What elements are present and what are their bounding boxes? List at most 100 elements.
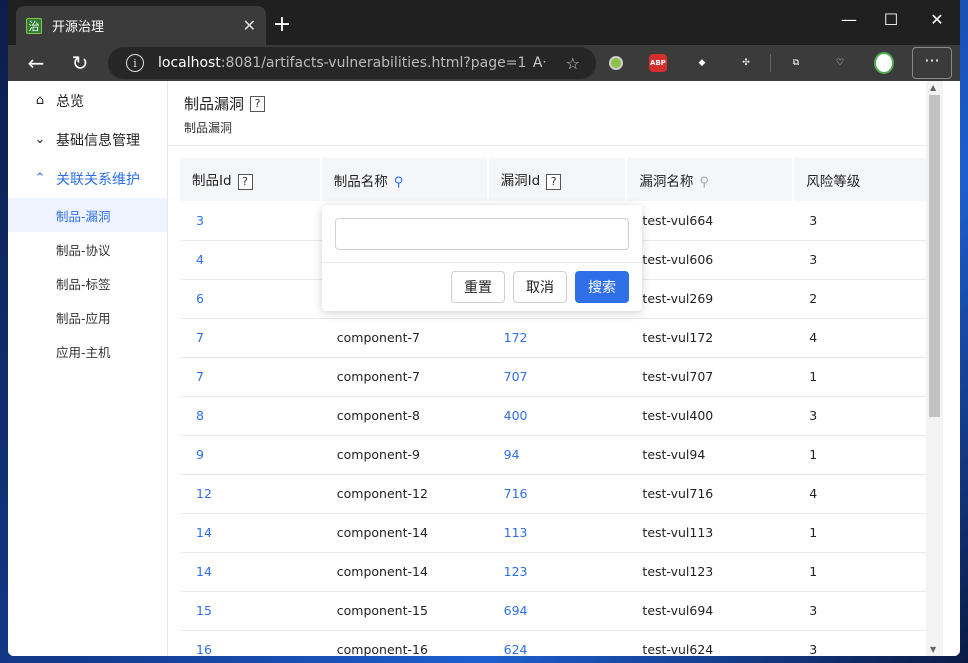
cell-vuln-id[interactable]: 707 <box>487 357 627 397</box>
help-icon[interactable]: ? <box>237 173 253 190</box>
table-row[interactable]: 9 component-9 94 test-vul94 1 <box>180 435 931 475</box>
browser-window: 治 开源治理 ✕ + — ☐ ✕ ← ↻ i localhost:8081/ar… <box>8 0 960 656</box>
cell-artifact-id[interactable]: 7 <box>180 318 321 358</box>
search-icon[interactable]: ⚲ <box>699 175 709 190</box>
sidebar-subitem-artifact-license[interactable]: 制品-协议 <box>8 232 167 266</box>
main-content: 制品漏洞 ? 制品漏洞 制品Id? 制品名称 ⚲ 漏洞Id? 漏洞名称 ⚲ 风险等级… <box>168 81 943 656</box>
table-row[interactable]: 15 component-15 694 test-vul694 3 <box>180 591 931 631</box>
column-header-risk-level[interactable]: 风险等级 <box>793 158 932 201</box>
favorite-star-icon[interactable]: ☆ <box>566 54 580 73</box>
cell-vuln-id[interactable]: 172 <box>487 318 627 358</box>
sidebar-subitem-artifact-app[interactable]: 制品-应用 <box>8 300 167 334</box>
maximize-button[interactable]: ☐ <box>876 10 906 29</box>
cell-artifact-id[interactable]: 6 <box>180 279 321 319</box>
cell-artifact-name: component-16 <box>320 630 488 656</box>
cell-vuln-name: test-vul400 <box>626 396 794 436</box>
window-close-button[interactable]: ✕ <box>922 10 952 29</box>
toolbar-separator <box>770 54 771 72</box>
cell-vuln-name: test-vul716 <box>626 474 794 514</box>
site-info-icon[interactable]: i <box>126 54 144 72</box>
cell-risk-level: 3 <box>793 591 931 631</box>
cell-risk-level: 4 <box>793 474 931 514</box>
browser-tab[interactable]: 治 开源治理 ✕ <box>16 6 266 45</box>
sidebar-subitem-artifact-vuln[interactable]: 制品-漏洞 <box>8 198 167 232</box>
search-button[interactable]: 搜索 <box>575 271 629 303</box>
page-content: ⌂ 总览 ⌄ 基础信息管理 ⌃ 关联关系维护 制品-漏洞 制品-协议 制品-标签… <box>8 81 960 656</box>
more-options-button[interactable]: ··· <box>912 47 952 79</box>
cell-risk-level: 3 <box>793 201 931 241</box>
cell-risk-level: 3 <box>793 630 931 656</box>
sidebar-subitem-artifact-tag[interactable]: 制品-标签 <box>8 266 167 300</box>
cell-artifact-id[interactable]: 12 <box>180 474 321 514</box>
sidebar-item-basic-info[interactable]: ⌄ 基础信息管理 <box>8 120 167 159</box>
help-icon[interactable]: ? <box>250 95 266 112</box>
cell-risk-level: 1 <box>793 435 931 475</box>
cell-artifact-id[interactable]: 14 <box>180 513 321 553</box>
column-header-vuln-name[interactable]: 漏洞名称 ⚲ <box>626 158 795 201</box>
cancel-button[interactable]: 取消 <box>513 271 567 303</box>
reset-button[interactable]: 重置 <box>451 271 505 303</box>
help-icon[interactable]: ? <box>546 173 562 190</box>
table-row[interactable]: 7 component-7 172 test-vul172 4 <box>180 318 931 358</box>
table-row[interactable]: 8 component-8 400 test-vul400 3 <box>180 396 931 436</box>
cell-artifact-id[interactable]: 8 <box>180 396 321 436</box>
sidebar-item-relations[interactable]: ⌃ 关联关系维护 <box>8 159 167 198</box>
new-tab-button[interactable]: + <box>270 12 294 37</box>
home-icon: ⌂ <box>35 93 45 108</box>
cell-artifact-name: component-8 <box>320 396 488 436</box>
cell-artifact-id[interactable]: 4 <box>180 240 321 280</box>
refresh-button[interactable]: ↻ <box>60 51 100 75</box>
vertical-scrollbar[interactable]: ▲ ▼ <box>926 81 943 656</box>
table-row[interactable]: 12 component-12 716 test-vul716 4 <box>180 474 931 514</box>
scroll-down-icon[interactable]: ▼ <box>930 645 936 654</box>
cell-artifact-id[interactable]: 7 <box>180 357 321 397</box>
read-aloud-icon[interactable]: Aᐧ <box>533 55 546 71</box>
cell-artifact-id[interactable]: 3 <box>180 201 321 241</box>
column-header-vuln-id[interactable]: 漏洞Id? <box>487 158 628 201</box>
extension-green-dot-icon[interactable] <box>606 53 626 73</box>
cell-artifact-name: component-7 <box>320 318 488 358</box>
table-row[interactable]: 14 component-14 113 test-vul113 1 <box>180 513 931 553</box>
cell-vuln-id[interactable]: 694 <box>487 591 627 631</box>
cell-vuln-id[interactable]: 113 <box>487 513 627 553</box>
sidebar-item-label: 基础信息管理 <box>56 132 140 149</box>
browser-essentials-icon[interactable]: ♡ <box>830 53 850 73</box>
url-text: localhost:8081/artifacts-vulnerabilities… <box>158 55 527 71</box>
filter-search-input[interactable] <box>335 218 629 250</box>
cell-vuln-id[interactable]: 624 <box>487 630 627 656</box>
adblock-plus-icon[interactable]: ABP <box>648 53 668 73</box>
sidebar-item-overview[interactable]: ⌂ 总览 <box>8 81 167 120</box>
back-button[interactable]: ← <box>16 51 56 75</box>
column-header-artifact-id[interactable]: 制品Id? <box>180 158 322 201</box>
cell-artifact-id[interactable]: 16 <box>180 630 321 656</box>
cell-risk-level: 4 <box>793 318 931 358</box>
table-row[interactable]: 14 component-14 123 test-vul123 1 <box>180 552 931 592</box>
search-icon[interactable]: ⚲ <box>394 175 404 190</box>
minimize-button[interactable]: — <box>834 10 864 29</box>
scroll-up-icon[interactable]: ▲ <box>930 83 936 92</box>
tab-close-icon[interactable]: ✕ <box>243 16 256 35</box>
cell-vuln-id[interactable]: 400 <box>487 396 627 436</box>
profile-avatar[interactable] <box>874 52 894 74</box>
collections-icon[interactable]: ⧉ <box>786 53 806 73</box>
tab-title: 开源治理 <box>52 20 105 35</box>
cell-artifact-id[interactable]: 15 <box>180 591 321 631</box>
cell-artifact-id[interactable]: 9 <box>180 435 321 475</box>
cell-artifact-id[interactable]: 14 <box>180 552 321 592</box>
cell-vuln-name: test-vul113 <box>626 513 794 553</box>
cell-artifact-name: component-12 <box>320 474 488 514</box>
site-favicon-icon: 治 <box>26 17 42 34</box>
cell-vuln-id[interactable]: 716 <box>487 474 627 514</box>
table-row[interactable]: 16 component-16 624 test-vul624 3 <box>180 630 931 656</box>
extensions-icon[interactable]: ✣ <box>736 53 756 73</box>
cell-vuln-id[interactable]: 94 <box>487 435 627 475</box>
scrollbar-thumb[interactable] <box>929 95 940 417</box>
cell-vuln-id[interactable]: 123 <box>487 552 627 592</box>
sidebar-item-label: 关联关系维护 <box>56 171 140 188</box>
cell-artifact-name: component-14 <box>320 552 488 592</box>
extension-puzzle-color-icon[interactable]: ◆ <box>692 53 712 73</box>
column-header-artifact-name[interactable]: 制品名称 ⚲ <box>320 158 489 201</box>
sidebar-subitem-app-host[interactable]: 应用-主机 <box>8 334 167 368</box>
address-bar[interactable]: i localhost:8081/artifacts-vulnerabiliti… <box>108 47 596 79</box>
table-row[interactable]: 7 component-7 707 test-vul707 1 <box>180 357 931 397</box>
